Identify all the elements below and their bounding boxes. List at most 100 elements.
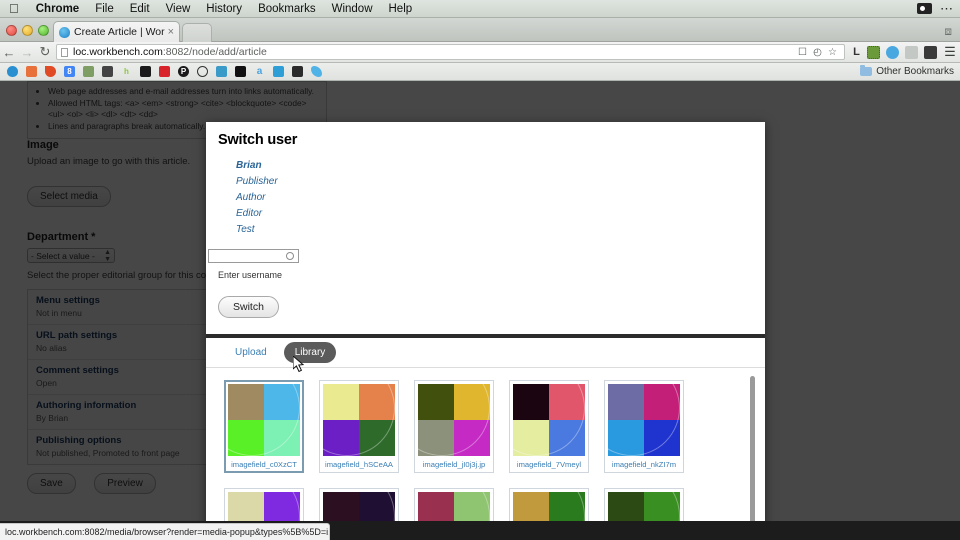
bookmark-twitter-icon[interactable] — [311, 66, 322, 77]
screen:  Chrome File Edit View History Bookmark… — [0, 0, 960, 540]
close-tab-icon[interactable]: × — [165, 26, 174, 38]
username-description: Enter username — [218, 270, 283, 280]
status-bar-text: loc.workbench.com:8082/media/browser?ren… — [5, 527, 330, 537]
thumbnail-caption: imagefield_jI0j3j.jp — [422, 460, 486, 469]
menu-view[interactable]: View — [158, 0, 199, 18]
media-thumbnail-grid: imagefield_c0XzCT imagefield_hSCeAA imag… — [224, 380, 765, 540]
switch-user-link-publisher[interactable]: Publisher — [236, 176, 278, 187]
thumbnail-caption: imagefield_7Vmeyl — [516, 460, 582, 469]
username-field-wrapper — [208, 249, 753, 266]
menu-help[interactable]: Help — [381, 0, 421, 18]
bookmark-blue-square-icon[interactable] — [273, 66, 284, 77]
switch-submit-button[interactable]: Switch — [218, 296, 279, 318]
bookmark-circle-icon[interactable] — [197, 66, 208, 77]
thumbnail-image — [323, 384, 395, 456]
bookmark-fire-icon[interactable] — [45, 66, 56, 77]
linkedin-icon[interactable] — [905, 45, 918, 59]
other-bookmarks-label: Other Bookmarks — [876, 66, 954, 77]
mouse-cursor-icon — [293, 356, 305, 373]
star-icon[interactable]: ☆ — [825, 47, 840, 58]
browser-tab-create-article[interactable]: Create Article | Workbench × — [53, 21, 180, 42]
modal-dialog: Switch user Brian Publisher Author Edito… — [206, 122, 765, 540]
screen-recorder-icon[interactable] — [917, 3, 932, 14]
switch-user-block: Switch user Brian Publisher Author Edito… — [206, 122, 765, 334]
bookmark-layers-icon[interactable] — [102, 66, 113, 77]
overflow-dots-icon[interactable]: ⋯ — [940, 2, 954, 15]
chrome-menu-icon[interactable]: ☰ — [940, 44, 960, 60]
back-button[interactable]: ← — [0, 45, 18, 60]
thumbnail-image — [418, 384, 490, 456]
forward-button[interactable]: → — [18, 45, 36, 60]
switch-user-list: Brian Publisher Author Editor Test — [236, 157, 753, 237]
browser-toolbar: ← → ↻ loc.workbench.com:8082/node/add/ar… — [0, 42, 960, 63]
url-path: :8082/node/add/article — [162, 46, 267, 58]
bookmark-pause-icon[interactable] — [159, 66, 170, 77]
bookmark-photo-icon[interactable] — [83, 66, 94, 77]
bookmark-h-letter-icon[interactable]: h — [121, 66, 132, 77]
address-bar[interactable]: loc.workbench.com:8082/node/add/article … — [56, 44, 845, 60]
thumbnail-caption: imagefield_hSCeAA — [325, 460, 393, 469]
media-thumbnail[interactable]: imagefield_7Vmeyl — [509, 380, 589, 473]
mobile-view-icon[interactable]: ☐ — [795, 47, 810, 58]
bookmark-movie-camera-icon[interactable] — [235, 66, 246, 77]
tab-title: Create Article | Workbench — [74, 26, 165, 38]
folder-icon — [860, 65, 873, 76]
bookmark-skull-icon[interactable] — [292, 66, 303, 77]
switch-user-link-editor[interactable]: Editor — [236, 208, 262, 219]
list-item: Publisher — [236, 173, 753, 189]
fullscreen-expand-icon[interactable]: ⧈ — [944, 24, 952, 39]
switch-user-link-brian[interactable]: Brian — [236, 160, 262, 171]
bookmark-wwe-icon[interactable] — [140, 66, 151, 77]
lastpass-icon[interactable]: L — [849, 46, 864, 58]
switch-user-link-test[interactable]: Test — [236, 224, 255, 235]
menu-edit[interactable]: Edit — [122, 0, 158, 18]
menu-window[interactable]: Window — [324, 0, 381, 18]
reload-button[interactable]: ↻ — [36, 44, 54, 60]
menu-bar-status-items: ⋯ — [917, 2, 960, 15]
media-browser-scrollbar[interactable] — [750, 376, 755, 524]
thumbnail-caption: imagefield_nkZI7m — [611, 460, 677, 469]
bookmark-analytics-icon[interactable] — [26, 66, 37, 77]
media-thumbnail[interactable]: imagefield_jI0j3j.jp — [414, 380, 494, 473]
media-thumbnail[interactable]: imagefield_nkZI7m — [604, 380, 684, 473]
apple-logo-icon[interactable]:  — [9, 2, 19, 15]
status-bar: loc.workbench.com:8082/media/browser?ren… — [0, 523, 330, 540]
buffer-icon[interactable] — [924, 45, 937, 59]
media-browser-iframe: Upload Library imagefield_c0XzCT imagefi… — [206, 338, 765, 540]
tab-library[interactable]: Library — [283, 342, 337, 363]
menu-bookmarks[interactable]: Bookmarks — [250, 0, 324, 18]
page-info-icon[interactable] — [61, 47, 68, 57]
media-thumbnail[interactable]: imagefield_hSCeAA — [319, 380, 399, 473]
skype-icon[interactable] — [886, 45, 899, 59]
bookmark-amazon-icon[interactable]: a — [254, 66, 265, 77]
list-item: Editor — [236, 205, 753, 221]
clock-icon[interactable]: ◴ — [810, 47, 825, 58]
maximize-window-button[interactable] — [38, 25, 49, 36]
thumbnail-image — [513, 384, 585, 456]
bookmark-trash-icon[interactable] — [216, 66, 227, 77]
list-item: Brian — [236, 157, 753, 173]
browser-tab-strip: Create Article | Workbench × ⧈ — [0, 18, 960, 42]
window-controls — [6, 25, 49, 36]
media-browser-tabs: Upload Library — [206, 338, 765, 368]
new-tab-button[interactable] — [182, 23, 212, 42]
bookmark-drupal-icon[interactable] — [7, 66, 18, 77]
evernote-icon[interactable] — [867, 45, 880, 59]
thumbnail-caption: imagefield_c0XzCT — [231, 460, 297, 469]
bookmark-google-icon[interactable]: 8 — [64, 66, 75, 77]
drupal-favicon-icon — [59, 26, 70, 38]
menu-history[interactable]: History — [198, 0, 250, 18]
close-window-button[interactable] — [6, 25, 17, 36]
switch-user-link-author[interactable]: Author — [236, 192, 265, 203]
bookmark-pocket-icon[interactable]: P — [178, 66, 189, 77]
menu-file[interactable]: File — [87, 0, 122, 18]
minimize-window-button[interactable] — [22, 25, 33, 36]
other-bookmarks-folder[interactable]: Other Bookmarks — [860, 65, 960, 77]
os-menu-bar:  Chrome File Edit View History Bookmark… — [0, 0, 960, 18]
switch-user-title: Switch user — [218, 132, 298, 148]
thumbnail-image — [608, 384, 680, 456]
media-library-body: imagefield_c0XzCT imagefield_hSCeAA imag… — [206, 368, 765, 540]
menu-chrome[interactable]: Chrome — [28, 0, 87, 18]
media-thumbnail[interactable]: imagefield_c0XzCT — [224, 380, 304, 473]
tab-upload[interactable]: Upload — [224, 342, 278, 363]
